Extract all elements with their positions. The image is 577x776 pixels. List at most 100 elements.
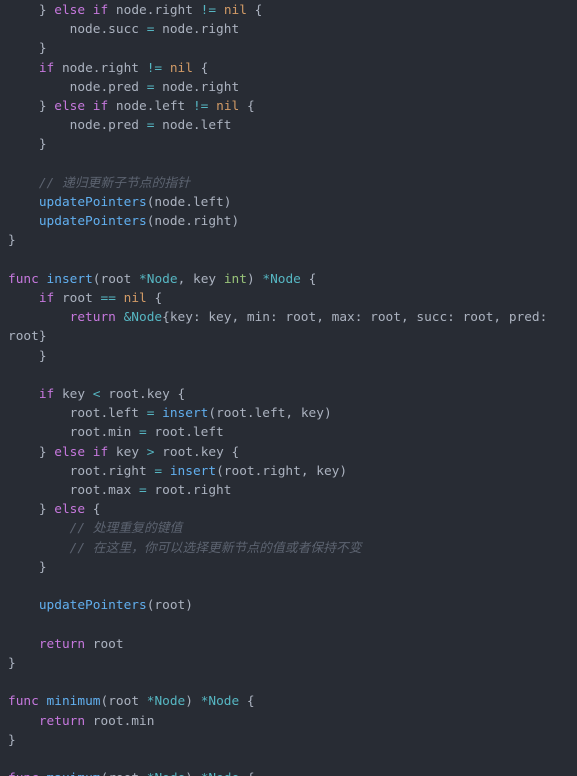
code-token: root.max [8, 483, 139, 499]
code-line: root.left = insert(root.left, key) [8, 404, 571, 423]
code-token: else [54, 444, 86, 460]
code-token: func [8, 271, 39, 287]
code-token: node.left [154, 195, 224, 211]
code-token: root [100, 271, 140, 287]
code-line: node.pred = node.right [8, 78, 571, 97]
code-token: nil [216, 99, 240, 115]
code-token: key [54, 387, 93, 403]
code-token: root.key [154, 444, 224, 460]
code-token: return [8, 636, 86, 652]
code-line: node.succ = node.right [8, 20, 571, 39]
code-token: nil [123, 291, 147, 307]
code-token: root [108, 771, 147, 776]
code-line: root.max = root.right [8, 481, 571, 500]
code-token: < [92, 387, 101, 403]
source-code-text[interactable]: } else if node.right != nil { node.succ … [0, 0, 577, 776]
code-token: key [316, 463, 340, 479]
code-token: != [200, 3, 217, 18]
code-token: } [8, 444, 55, 460]
code-token: // 在这里，你可以选择更新节点的值或者保持不变 [8, 540, 362, 556]
code-token: updatePointers [8, 195, 147, 211]
code-token: else [54, 3, 86, 18]
code-line: } else { [8, 500, 571, 519]
code-line: func insert(root *Node, key int) *Node { [8, 270, 571, 289]
code-token: minimum [46, 694, 101, 710]
code-line: root.right = insert(root.right, key) [8, 462, 571, 481]
code-token: } [8, 559, 47, 575]
code-line: // 在这里，你可以选择更新节点的值或者保持不变 [8, 539, 571, 558]
code-token: node.pred [8, 79, 147, 95]
code-token: node.right [154, 22, 240, 38]
code-token: node.right [154, 214, 232, 230]
code-line: return &Node{key: key, min: root, max: r… [8, 308, 571, 346]
code-token: , [300, 463, 317, 479]
code-token: updatePointers [8, 214, 147, 230]
code-token: { [223, 444, 240, 460]
code-token: { [300, 271, 317, 287]
code-token: int [223, 271, 247, 287]
code-token: } [8, 655, 16, 671]
code-token: node.right [154, 79, 240, 95]
code-line: } [8, 558, 571, 577]
code-token: ) [185, 694, 201, 710]
code-token: else [54, 99, 86, 115]
code-token: func [8, 694, 39, 710]
code-line: return root.min [8, 712, 571, 731]
code-token: ) [231, 214, 240, 230]
code-line: updatePointers(root) [8, 596, 571, 615]
code-token: if [8, 387, 55, 403]
code-token: , [285, 406, 301, 422]
code-token: root.key [100, 387, 170, 403]
code-token: root [108, 694, 147, 710]
code-token: root [54, 291, 101, 307]
code-token: } [8, 348, 47, 364]
code-token: else [54, 502, 86, 518]
code-token: *Node [201, 771, 240, 776]
code-token: if [92, 3, 109, 18]
code-line: return root [8, 635, 571, 654]
code-token: node.succ [8, 22, 147, 38]
code-token: *Node [200, 694, 240, 710]
code-token: root.right [223, 463, 301, 479]
code-token: root.left [8, 406, 147, 422]
code-token: key [192, 271, 224, 287]
code-token: node.left [108, 99, 193, 115]
code-token: updatePointers [8, 598, 147, 614]
code-line: if node.right != nil { [8, 59, 571, 78]
code-token: ( [208, 406, 217, 422]
code-token: = [138, 483, 147, 499]
code-line: updatePointers(node.right) [8, 212, 571, 231]
code-token: ) [223, 195, 232, 211]
code-token: } [8, 99, 55, 115]
code-token: *Node [147, 771, 186, 776]
code-token: ) [185, 771, 200, 776]
code-line: } [8, 231, 571, 250]
code-line: } else if key > root.key { [8, 443, 571, 462]
code-line: } [8, 135, 571, 154]
code-token: nil [223, 3, 247, 18]
code-token: { [239, 771, 255, 776]
code-token: } [8, 41, 47, 57]
code-token: node.right [108, 3, 201, 18]
code-viewer[interactable]: } else if node.right != nil { node.succ … [0, 0, 577, 776]
code-token: *Node [139, 271, 178, 287]
code-token: insert [46, 271, 93, 287]
code-token: != [146, 60, 163, 76]
code-line: } else if node.right != nil { [8, 1, 571, 20]
code-token: ( [216, 463, 224, 479]
code-token: if [8, 60, 55, 76]
code-token: { [239, 694, 255, 710]
code-line: // 处理重复的键值 [8, 519, 571, 538]
